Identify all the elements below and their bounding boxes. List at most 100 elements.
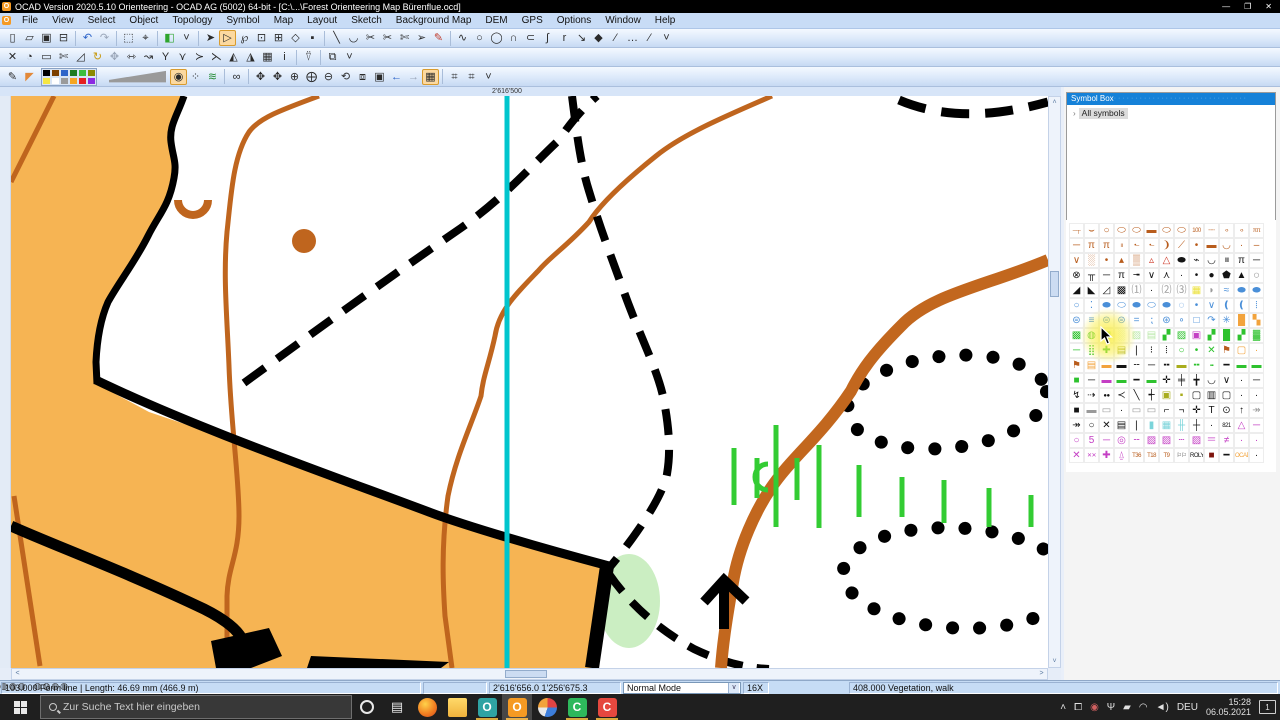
chevron-right-icon[interactable]: › — [1073, 109, 1076, 118]
palette-color-5[interactable] — [87, 68, 96, 77]
menu-item-dem[interactable]: DEM — [478, 13, 514, 28]
symbol-cell-r9c7[interactable]: ⦙ — [1159, 343, 1174, 358]
scroll-up-arrow[interactable]: ˄ — [1049, 97, 1060, 108]
color-view-icon[interactable]: ◧ — [161, 30, 178, 46]
battery-icon[interactable]: ▰ — [1123, 702, 1131, 713]
cut-tool-icon[interactable]: ✂ — [362, 30, 379, 46]
symbol-cell-r13c11[interactable]: ⊙ — [1219, 403, 1234, 418]
symbol-cell-r11c13[interactable]: ─ — [1249, 373, 1264, 388]
color-view-more-icon[interactable]: ˅ — [178, 30, 195, 46]
symbol-cell-r15c6[interactable]: ▨ — [1144, 433, 1159, 448]
symbol-cell-r10c9[interactable]: ╍ — [1189, 358, 1204, 373]
ruler-horizontal-icon[interactable]: ⌗ — [446, 69, 463, 85]
symbol-cell-r11c9[interactable]: ╈ — [1189, 373, 1204, 388]
ocad-teal-app[interactable]: O — [472, 694, 502, 720]
ocad-orange-app[interactable]: O — [502, 694, 532, 720]
menu-item-sketch[interactable]: Sketch — [344, 13, 389, 28]
symbol-cell-r15c5[interactable]: ╌ — [1129, 433, 1144, 448]
pattern-tool-icon[interactable]: ▦ — [259, 49, 276, 65]
symbol-cell-r2c6[interactable]: •– — [1144, 238, 1159, 253]
display-share-icon[interactable]: ⧠ — [1074, 702, 1082, 713]
symbol-cell-r2c12[interactable]: · — [1234, 238, 1249, 253]
merge-tool-icon[interactable]: ⋎ — [174, 49, 191, 65]
symbol-cell-r10c4[interactable]: ▬ — [1114, 358, 1129, 373]
menu-item-symbol[interactable]: Symbol — [219, 13, 266, 28]
align-tool-icon[interactable]: ⊞ — [270, 30, 287, 46]
symbol-cell-r9c12[interactable]: ▢ — [1234, 343, 1249, 358]
vertical-scroll-thumb[interactable] — [1050, 271, 1059, 297]
symbol-cell-r4c4[interactable]: π — [1114, 268, 1129, 283]
symbol-cell-r4c8[interactable]: · — [1174, 268, 1189, 283]
delete-tool-icon[interactable]: ✕ — [4, 49, 21, 65]
snap-tool-icon[interactable]: ≻ — [191, 49, 208, 65]
crop-tool-icon[interactable]: ▭ — [38, 49, 55, 65]
symbol-cell-r12c4[interactable]: ≺ — [1114, 388, 1129, 403]
symbol-cell-r12c13[interactable]: · — [1249, 388, 1264, 403]
symbol-cell-r4c7[interactable]: ⋏ — [1159, 268, 1174, 283]
symbol-cell-r15c13[interactable]: · — [1249, 433, 1264, 448]
slope-line-tool-icon[interactable]: ⁄ — [607, 30, 624, 46]
symbol-cell-r8c1[interactable]: ▩ — [1069, 328, 1084, 343]
symbol-cell-r13c4[interactable]: · — [1114, 403, 1129, 418]
symbol-cell-r13c10[interactable]: Τ — [1204, 403, 1219, 418]
symbol-cell-r13c13[interactable]: ↠ — [1249, 403, 1264, 418]
symbol-cell-r8c4[interactable]: ░ — [1114, 328, 1129, 343]
menu-item-options[interactable]: Options — [550, 13, 598, 28]
symbol-cell-r4c9[interactable]: • — [1189, 268, 1204, 283]
symbol-cell-r12c3[interactable]: ●● — [1099, 388, 1114, 403]
symbol-cell-r10c10[interactable]: ▪▪ — [1204, 358, 1219, 373]
symbol-cell-r3c1[interactable]: ∨ — [1069, 253, 1084, 268]
symbol-cell-r1c10[interactable]: ╌╌ — [1204, 223, 1219, 238]
symbol-cell-r6c10[interactable]: ∨ — [1204, 298, 1219, 313]
symbol-cell-r9c2[interactable]: ⣿ — [1084, 343, 1099, 358]
symbol-cell-r2c7[interactable]: ❩ — [1159, 238, 1174, 253]
menu-item-select[interactable]: Select — [81, 13, 123, 28]
symbol-cell-r12c7[interactable]: ▣ — [1159, 388, 1174, 403]
symbol-cell-r16c2[interactable]: ✕✕ — [1084, 448, 1099, 463]
divide-tool-icon[interactable]: ⁄ — [641, 30, 658, 46]
symbol-cell-r3c11[interactable]: ‖‖ — [1219, 253, 1234, 268]
symbol-cell-r5c2[interactable]: ◣ — [1084, 283, 1099, 298]
zoom-out-icon[interactable]: ⊖ — [320, 69, 337, 85]
rotate-tool-icon[interactable]: ◇ — [287, 30, 304, 46]
vertical-scrollbar[interactable]: ˄ ˅ — [1048, 96, 1061, 668]
firefox-app[interactable] — [412, 694, 442, 720]
map-path-dashed[interactable] — [897, 96, 1048, 119]
symbol-cell-r16c3[interactable]: ✚ — [1099, 448, 1114, 463]
symbol-cell-r16c6[interactable]: T18 — [1144, 448, 1159, 463]
palette-color-10[interactable] — [78, 76, 87, 85]
symbol-cell-r3c13[interactable]: ─ — [1249, 253, 1264, 268]
new-file-icon[interactable]: ▯ — [4, 30, 21, 46]
redo-icon[interactable]: ↷ — [96, 30, 113, 46]
symbol-cell-r3c5[interactable]: ▒ — [1129, 253, 1144, 268]
symbol-cell-r8c7[interactable]: ▞ — [1159, 328, 1174, 343]
symbol-cell-r8c8[interactable]: ▨ — [1174, 328, 1189, 343]
map-arrow-symbol[interactable] — [700, 572, 750, 629]
symbol-cell-r12c12[interactable]: · — [1234, 388, 1249, 403]
symbol-cell-r6c13[interactable]: ⦙ — [1249, 298, 1264, 313]
palette-color-11[interactable] — [87, 76, 96, 85]
minimize-button[interactable]: — — [1222, 2, 1230, 11]
symbol-cell-r15c12[interactable]: · — [1234, 433, 1249, 448]
menu-item-object[interactable]: Object — [122, 13, 165, 28]
symbol-cell-r10c5[interactable]: ╌ — [1129, 358, 1144, 373]
symbol-cell-r16c4[interactable]: ⍙ — [1114, 448, 1129, 463]
stretch-tool-icon[interactable]: ⇿ — [123, 49, 140, 65]
toolbar3-overflow-icon[interactable]: ˅ — [480, 69, 497, 85]
menu-item-view[interactable]: View — [45, 13, 81, 28]
symbol-cell-r12c8[interactable]: ▪ — [1174, 388, 1189, 403]
cut-hole-tool-icon[interactable]: ✄ — [396, 30, 413, 46]
symbol-cell-r10c6[interactable]: ─ — [1144, 358, 1159, 373]
split-tool-icon[interactable]: Y — [157, 49, 174, 65]
symbol-cell-r4c13[interactable]: ◌ — [1249, 268, 1264, 283]
symbol-cell-r6c3[interactable]: ⬬ — [1099, 298, 1114, 313]
symbol-cell-r4c5[interactable]: ╼ — [1129, 268, 1144, 283]
toolbar2-overflow-icon[interactable]: ˅ — [341, 49, 358, 65]
scroll-left-arrow[interactable]: ˂ — [12, 669, 23, 679]
symbol-cell-r14c13[interactable]: ─ — [1249, 418, 1264, 433]
symbol-cell-r16c8[interactable]: ⚐⚐ — [1174, 448, 1189, 463]
select-extent-icon[interactable]: ⬚ — [120, 30, 137, 46]
symbol-cell-r7c13[interactable]: ▚ — [1249, 313, 1264, 328]
symbol-search-icon[interactable]: ⌖ — [137, 30, 154, 46]
straight-line-tool-icon[interactable]: ╲ — [328, 30, 345, 46]
